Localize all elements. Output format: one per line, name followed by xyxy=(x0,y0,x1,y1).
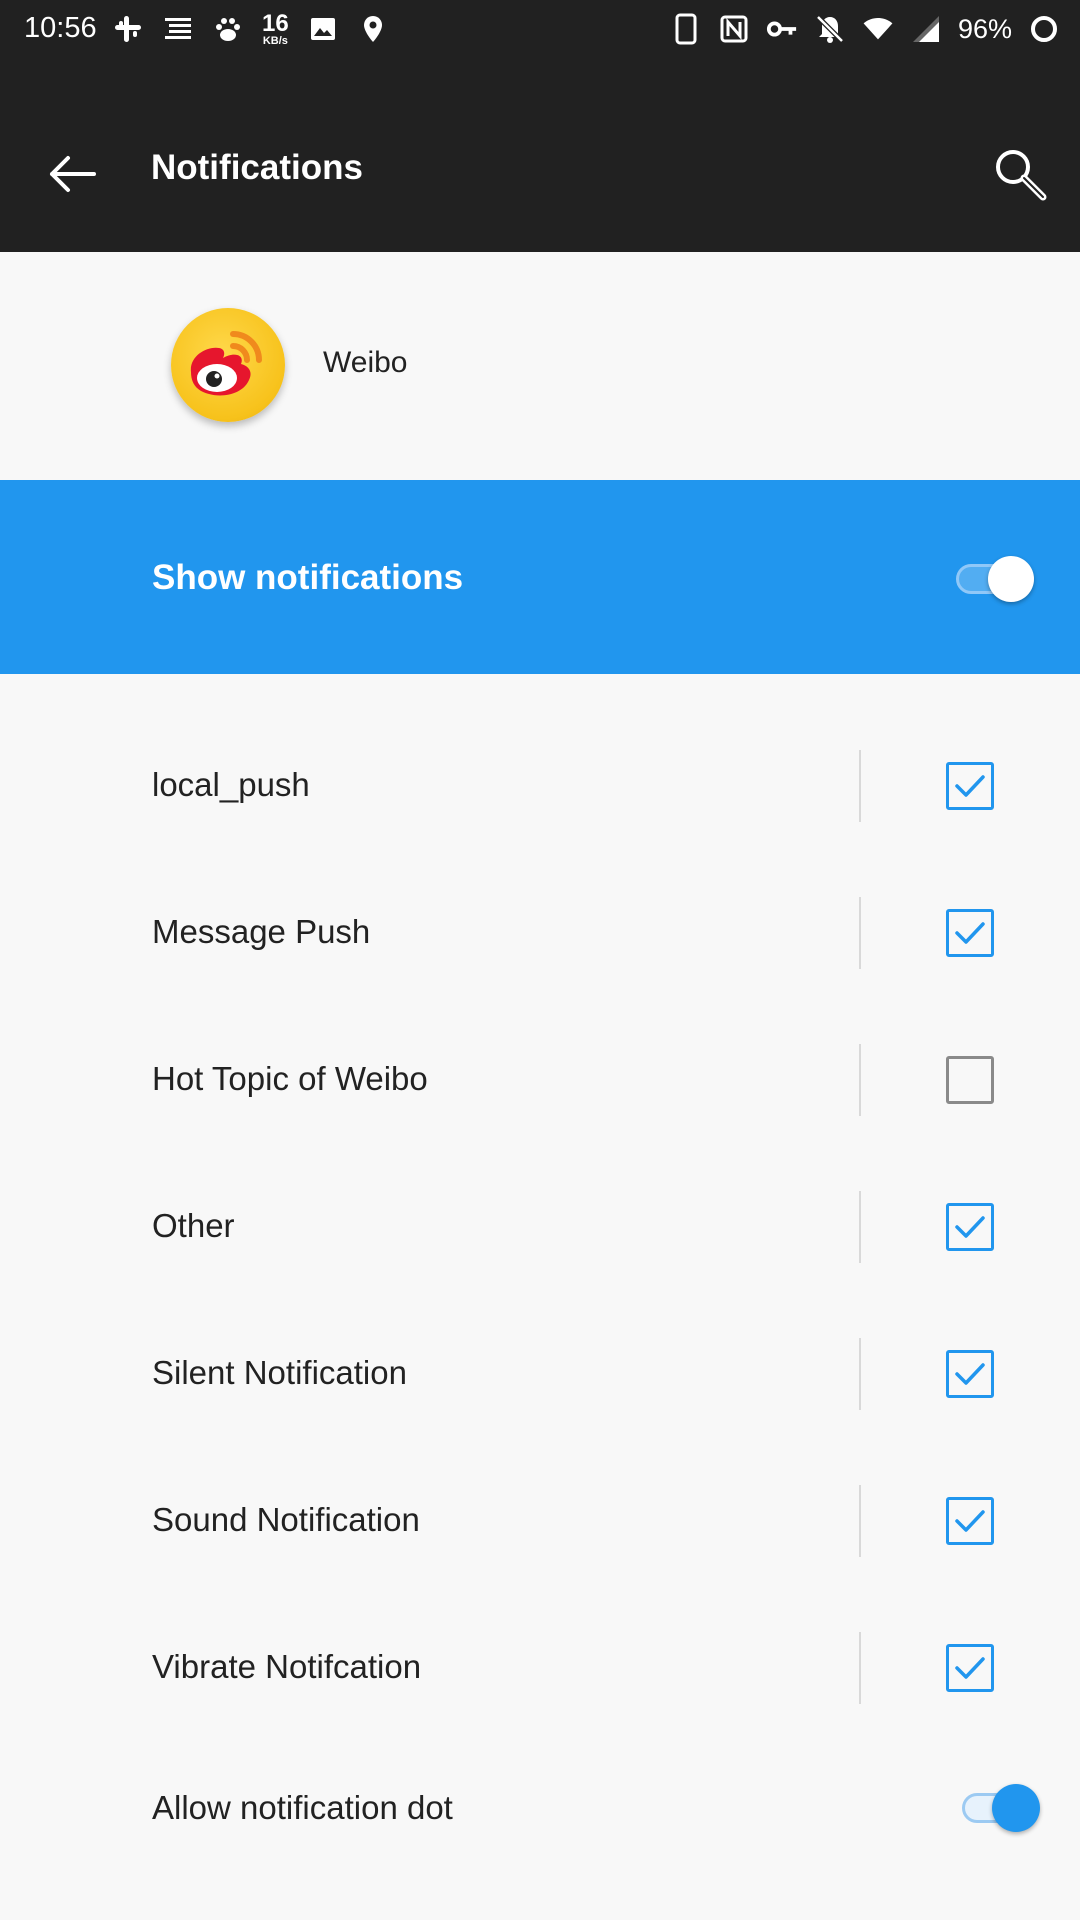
notification-dot-label: Allow notification dot xyxy=(152,1789,453,1826)
channel-row[interactable]: Vibrate Notifcation xyxy=(0,1596,1080,1743)
search-icon xyxy=(996,150,1047,201)
notes-icon xyxy=(162,13,194,45)
row-divider xyxy=(859,1191,861,1263)
show-notifications-row[interactable]: Show notifications xyxy=(0,480,1080,674)
image-icon xyxy=(307,13,339,45)
notification-dot-row[interactable]: Allow notification dot xyxy=(0,1743,1080,1873)
row-divider xyxy=(859,750,861,822)
notification-dot-switch[interactable] xyxy=(958,1783,1042,1833)
phone-icon xyxy=(670,13,702,45)
row-divider xyxy=(859,1632,861,1704)
channel-row[interactable]: local_push xyxy=(0,714,1080,861)
location-icon xyxy=(357,13,389,45)
app-name: Weibo xyxy=(323,346,408,379)
channel-label: Other xyxy=(152,1207,235,1244)
channel-label: Silent Notification xyxy=(152,1354,407,1391)
channel-label: Message Push xyxy=(152,913,371,950)
app-info-header: Weibo xyxy=(0,252,1080,480)
battery-percent: 96% xyxy=(957,13,1012,44)
channel-checkbox[interactable] xyxy=(946,1644,994,1692)
checkmark-icon xyxy=(955,922,985,944)
show-notifications-label: Show notifications xyxy=(152,558,464,597)
show-notifications-switch[interactable] xyxy=(954,556,1036,602)
page-title: Notifications xyxy=(151,148,363,187)
channel-checkbox[interactable] xyxy=(946,1056,994,1104)
status-time: 10:56 xyxy=(24,12,97,44)
switch-thumb xyxy=(988,556,1034,602)
slack-icon xyxy=(112,13,144,45)
row-divider xyxy=(859,897,861,969)
channel-label: Sound Notification xyxy=(152,1501,420,1538)
channel-row[interactable]: Sound Notification xyxy=(0,1449,1080,1596)
row-divider xyxy=(859,1485,861,1557)
channel-label: Vibrate Notifcation xyxy=(152,1648,422,1685)
checkmark-icon xyxy=(955,1657,985,1679)
checkmark-icon xyxy=(955,1216,985,1238)
channel-checkbox[interactable] xyxy=(946,1497,994,1545)
channel-label: local_push xyxy=(152,766,310,803)
network-speed: 16 KB/s xyxy=(262,9,289,47)
channel-row[interactable]: Other xyxy=(0,1155,1080,1302)
channel-row[interactable]: Silent Notification xyxy=(0,1302,1080,1449)
signal-icon xyxy=(910,13,942,45)
back-button[interactable] xyxy=(36,138,108,210)
channel-checkbox[interactable] xyxy=(946,1350,994,1398)
battery-icon xyxy=(1028,13,1060,45)
status-bar: 10:56 16 KB/s 96% xyxy=(0,0,1080,58)
checkmark-icon xyxy=(955,1363,985,1385)
bell-off-icon xyxy=(814,13,846,45)
arrow-left-icon xyxy=(50,156,96,192)
search-button[interactable] xyxy=(982,136,1058,212)
checkmark-icon xyxy=(955,1510,985,1532)
channel-row[interactable]: Message Push xyxy=(0,861,1080,1008)
wifi-icon xyxy=(862,13,894,45)
channel-checkbox[interactable] xyxy=(946,1203,994,1251)
channel-list: local_push Message Push Hot Topic of Weibo… xyxy=(0,714,1080,1743)
paw-icon xyxy=(212,13,244,45)
nfc-icon xyxy=(718,13,750,45)
channel-row[interactable]: Hot Topic of Weibo xyxy=(0,1008,1080,1155)
channel-label: Hot Topic of Weibo xyxy=(152,1060,428,1097)
checkmark-icon xyxy=(955,775,985,797)
switch-thumb xyxy=(992,1784,1040,1832)
vpn-key-icon xyxy=(766,13,798,45)
app-bar: Notifications xyxy=(0,58,1080,252)
row-divider xyxy=(859,1338,861,1410)
weibo-logo-icon xyxy=(171,308,285,422)
channel-checkbox[interactable] xyxy=(946,909,994,957)
row-divider xyxy=(859,1044,861,1116)
channel-checkbox[interactable] xyxy=(946,762,994,810)
